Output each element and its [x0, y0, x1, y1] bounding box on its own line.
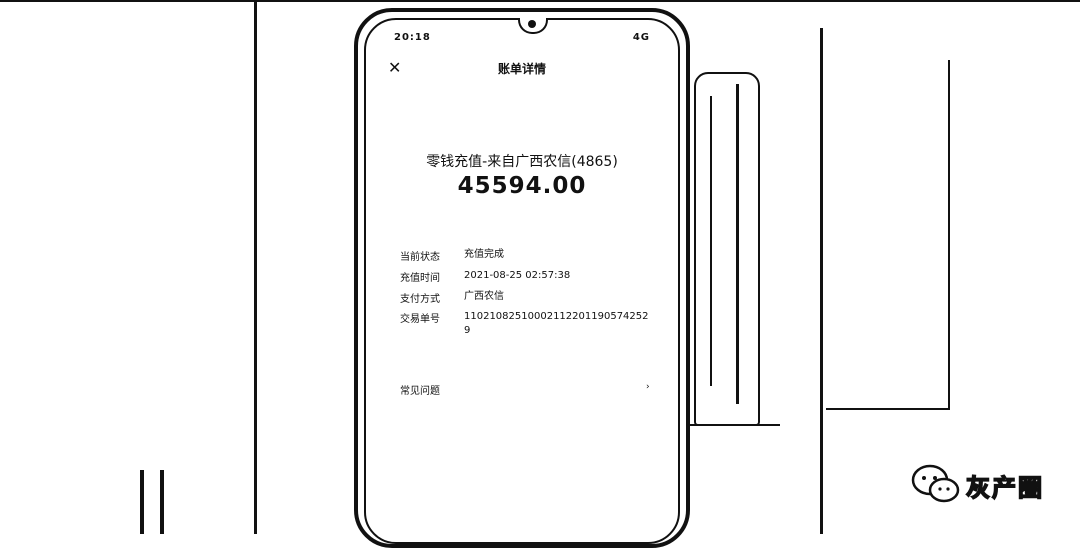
detail-value: 2021-08-25 02:57:38 [464, 270, 571, 281]
phone-frame: 20:18 4G ✕ 账单详情 零钱充值-来自广西农信(4865) 45594.… [354, 8, 690, 548]
phone-screen: 20:18 4G ✕ 账单详情 零钱充值-来自广西农信(4865) 45594.… [364, 18, 680, 544]
watermark-text: 灰产圈 [965, 473, 1044, 503]
background-edge [140, 470, 144, 534]
background-device [694, 72, 760, 426]
chevron-right-icon: › [646, 382, 650, 392]
transaction-subtitle: 零钱充值-来自广西农信(4865) [426, 154, 618, 170]
faq-link[interactable]: 常见问题 [400, 382, 440, 397]
status-time: 20:18 [394, 32, 431, 43]
detail-label: 支付方式 [400, 294, 440, 305]
background-edge [948, 60, 950, 410]
background-edge [0, 0, 1080, 2]
detail-label: 当前状态 [400, 252, 440, 263]
device-edge [710, 96, 712, 386]
detail-value: 充值完成 [464, 249, 504, 260]
detail-label: 充值时间 [400, 273, 440, 284]
detail-value: 110210825100021122011905742529 [464, 311, 649, 336]
detail-label: 交易单号 [400, 314, 440, 325]
background-edge [820, 28, 823, 534]
background-edge [254, 0, 257, 534]
transaction-amount: 45594.00 [457, 173, 587, 199]
watermark: 灰产圈 [910, 462, 1050, 506]
camera-notch [518, 18, 548, 34]
wechat-icon [911, 464, 960, 503]
camera-icon [528, 20, 536, 28]
device-edge [736, 84, 739, 404]
background-edge [160, 470, 164, 534]
page-title: 账单详情 [497, 62, 546, 76]
background-edge [826, 408, 950, 410]
status-signal: 4G [632, 32, 650, 43]
detail-value: 广西农信 [464, 291, 504, 302]
